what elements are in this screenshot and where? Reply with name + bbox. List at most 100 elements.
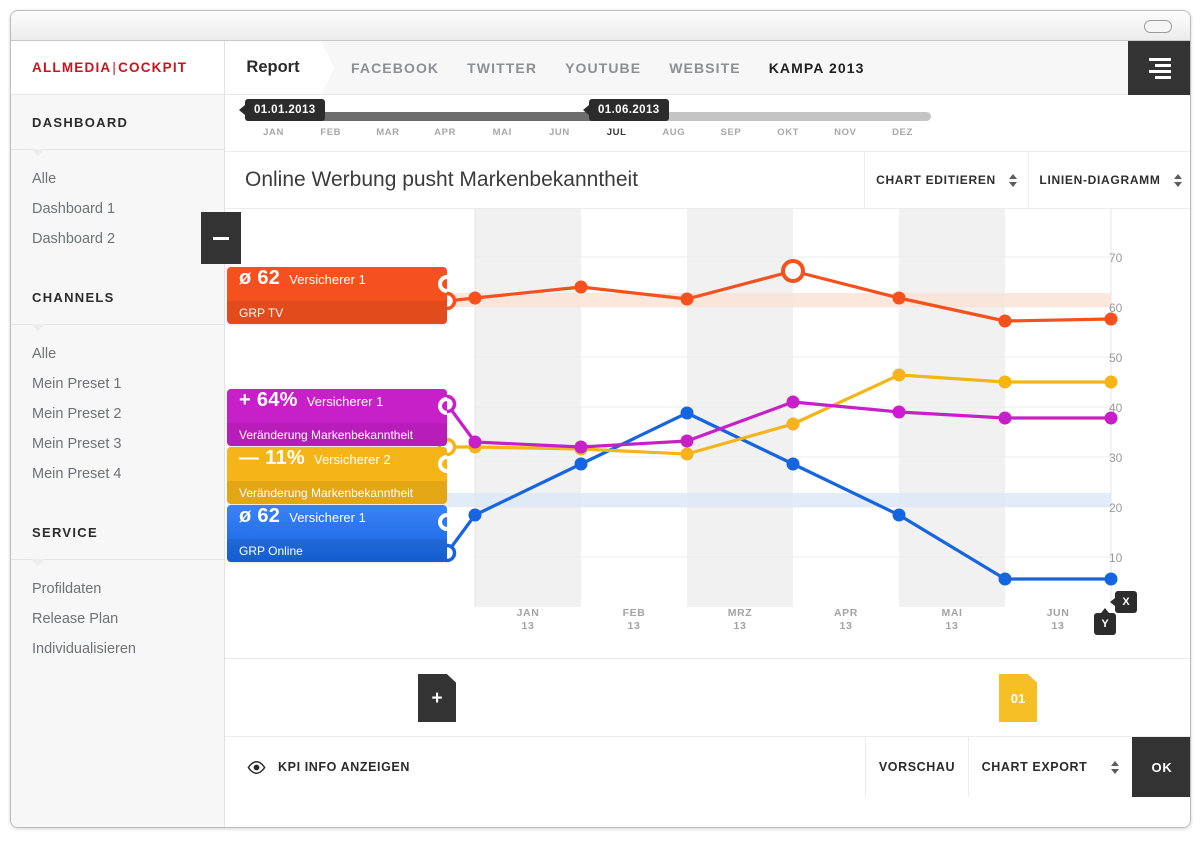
kpi-card-veraenderung-v2[interactable]: — 11% Versicherer 2 Veränderung Markenbe… [227,447,447,504]
kpi-entity: Versicherer 1 [289,510,366,525]
nav-link-facebook[interactable]: FACEBOOK [351,60,439,76]
kpi-metric: Veränderung Markenbekanntheit [227,481,447,504]
sidebar-collapse-button[interactable] [201,212,241,264]
y-tick-60: 60 [1109,301,1123,315]
chart-export-label: CHART EXPORT [981,760,1088,774]
sidebar-item-preset-3[interactable]: Mein Preset 3 [11,429,224,459]
app-window: ALLMEDIA | COCKPIT DASHBOARD Alle Dashboar… [10,10,1191,828]
brand-left: ALLMEDIA [32,60,112,75]
kpi-entity: Versicherer 1 [306,394,384,409]
chart-export-select[interactable]: CHART EXPORT [968,737,1132,797]
add-kpi-button[interactable]: + [418,674,456,722]
y-tick-20: 20 [1109,501,1123,515]
stepper-icon [1008,173,1017,187]
chart-edit-label: CHART EDITIEREN [876,173,996,187]
sidebar-item-individualisieren[interactable]: Individualisieren [11,634,224,664]
brand-logo[interactable]: ALLMEDIA | COCKPIT [11,41,224,95]
month-jul: JUL [606,127,627,138]
kpi-entity: Versicherer 1 [289,272,366,287]
x-tick-mrz: MRZ 13 [727,607,753,632]
slider-handle-start[interactable]: 01.01.2013 [239,99,325,121]
date-range-slider[interactable]: 01.01.2013 01.06.2013 JAN FEB MAR APR MA… [225,95,1190,152]
sidebar-item-release-plan[interactable]: Release Plan [11,604,224,634]
vorschau-button[interactable]: VORSCHAU [865,737,968,797]
sidebar-item-preset-4[interactable]: Mein Preset 4 [11,459,224,489]
chart-type-label: LINIEN-DIAGRAMM [1039,173,1161,187]
nav-link-youtube[interactable]: YOUTUBE [565,60,641,76]
sidebar-item-preset-1[interactable]: Mein Preset 1 [11,369,224,399]
footer-toolbar: KPI INFO ANZEIGEN VORSCHAU CHART EXPORT … [225,737,1190,797]
sidebar-item-preset-2[interactable]: Mein Preset 2 [11,399,224,429]
chart-type-select[interactable]: LINIEN-DIAGRAMM [1028,152,1190,208]
month-sep: SEP [720,127,742,138]
nav-link-twitter[interactable]: TWITTER [467,60,537,76]
kpi-metric: GRP Online [227,539,447,562]
kpi-card-veraenderung-v1[interactable]: + 64% Versicherer 1 Veränderung Markenbe… [227,389,447,446]
stepper-icon [1173,173,1182,187]
nav-link-website[interactable]: WEBSITE [669,60,740,76]
y-tick-50: 50 [1109,351,1123,365]
chart-header: Online Werbung pusht Markenbekanntheit C… [225,152,1190,209]
chart-area: ø 62 Versicherer 1 GRP TV + 64% Versiche… [225,209,1190,659]
month-mar: MAR [376,127,400,138]
window-control-pill[interactable] [1144,20,1172,33]
kpi-slot-strip: + 01 [225,659,1190,737]
x-tick-feb: FEB 13 [622,607,646,632]
kpi-value: ø 62 [239,505,281,527]
sidebar-group-channels: Alle Mein Preset 1 Mein Preset 2 Mein Pr… [11,325,224,505]
top-navigation: Report FACEBOOK TWITTER YOUTUBE WEBSITE … [225,41,1190,95]
y-tick-30: 30 [1109,451,1123,465]
sidebar-group-dashboard: Alle Dashboard 1 Dashboard 2 [11,150,224,270]
slot-tag-01[interactable]: 01 [999,674,1037,722]
page-title: Online Werbung pusht Markenbekanntheit [245,168,639,191]
kpi-info-button[interactable]: KPI INFO ANZEIGEN [225,737,865,797]
brand-divider: | [112,60,118,75]
kpi-card-grp-online[interactable]: ø 62 Versicherer 1 GRP Online [227,505,447,562]
chart-edit-select[interactable]: CHART EDITIEREN [864,152,1028,208]
x-tick-jan: JAN 13 [516,607,540,632]
month-apr: APR [434,127,457,138]
month-dez: DEZ [892,127,913,138]
window-titlebar [11,11,1190,41]
stepper-icon [1111,760,1120,774]
ok-button[interactable]: OK [1132,737,1190,797]
kpi-row-primary: — 11% Versicherer 2 [227,447,447,481]
eye-icon [247,760,266,774]
y-tick-40: 40 [1109,401,1123,415]
kpi-card-grp-tv[interactable]: ø 62 Versicherer 1 GRP TV [227,267,447,324]
kpi-entity: Versicherer 2 [313,452,391,467]
slider-handle-end[interactable]: 01.06.2013 [583,99,669,121]
y-tick-70: 70 [1109,251,1123,265]
kpi-row-primary: ø 62 Versicherer 1 [227,505,447,539]
y-axis-toggle-badge[interactable]: Y [1094,608,1116,635]
x-tick-mai: MAI 13 [941,607,963,632]
sidebar-item-dashboard-2[interactable]: Dashboard 2 [11,224,224,254]
nav-links: FACEBOOK TWITTER YOUTUBE WEBSITE KAMPA 2… [321,41,865,94]
month-okt: OKT [777,127,800,138]
x-axis-toggle-badge[interactable]: X [1110,591,1137,613]
x-axis: JAN 13 FEB 13 MRZ 13 APR 13 MAI 13 JUN 1… [475,607,1111,633]
month-feb: FEB [320,127,342,138]
month-jun: JUN [549,127,570,138]
sidebar-item-dashboard-1[interactable]: Dashboard 1 [11,194,224,224]
menu-lines [1149,57,1171,79]
nav-link-kampa-2013[interactable]: KAMPA 2013 [769,60,865,76]
sidebar-heading-dashboard: DASHBOARD [11,95,224,156]
app-body: ALLMEDIA | COCKPIT DASHBOARD Alle Dashboar… [11,41,1190,827]
kpi-value: — 11% [239,447,305,469]
y-tick-10: 10 [1109,551,1123,565]
sidebar-group-service: Profildaten Release Plan Individualisier… [11,560,224,680]
month-jan: JAN [263,127,284,138]
sidebar-item-channels-alle[interactable]: Alle [11,339,224,369]
sidebar-item-profildaten[interactable]: Profildaten [11,574,224,604]
minus-icon [213,236,229,240]
x-tick-apr: APR 13 [834,607,858,632]
kpi-row-primary: ø 62 Versicherer 1 [227,267,447,301]
sidebar-item-dashboard-alle[interactable]: Alle [11,164,224,194]
month-nov: NOV [834,127,857,138]
kpi-info-label: KPI INFO ANZEIGEN [278,760,410,774]
kpi-metric: Veränderung Markenbekanntheit [227,423,447,446]
hamburger-menu-icon[interactable] [1128,41,1190,95]
slider-month-labels: JAN FEB MAR APR MAI JUN JUL AUG SEP OKT … [245,127,931,138]
tab-report[interactable]: Report [225,41,334,95]
